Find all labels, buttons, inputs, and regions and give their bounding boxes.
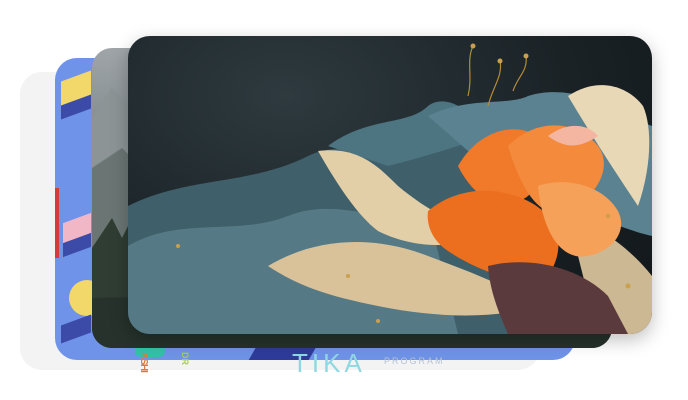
- poster-navy-block-3: [61, 314, 91, 344]
- flower-artwork-card: [128, 36, 652, 334]
- card-stack: ASHI DR TIKA PROGRAM: [0, 0, 688, 400]
- poster-bottom-word: TIKA: [292, 348, 366, 378]
- poster-vertical-letters: ASHI: [138, 352, 149, 372]
- poster-caption: PROGRAM: [384, 356, 445, 366]
- abstract-flower-illustration: [128, 43, 652, 334]
- poster-red-bar: [55, 188, 59, 258]
- poster-side-letters: DR: [180, 352, 190, 365]
